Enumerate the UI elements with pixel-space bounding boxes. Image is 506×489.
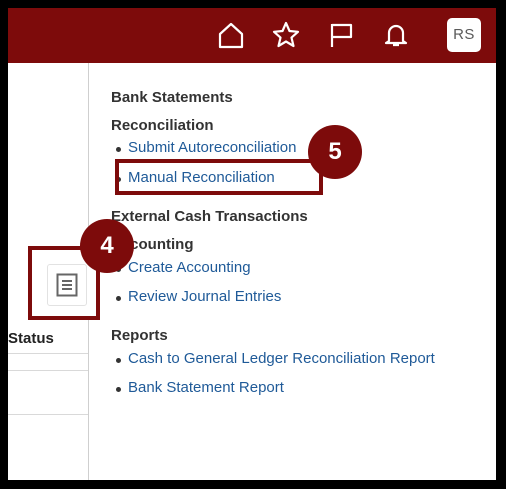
document-icon	[56, 273, 78, 297]
step-5-callout: 5	[308, 125, 362, 179]
link-bank-statement-report[interactable]: Bank Statement Report	[116, 379, 284, 396]
link-review-journal-entries[interactable]: Review Journal Entries	[115, 288, 281, 305]
flag-icon[interactable]	[326, 20, 356, 50]
top-navigation-bar: RS	[8, 8, 496, 63]
step-4-callout: 4	[80, 219, 134, 273]
user-avatar[interactable]: RS	[447, 18, 481, 52]
link-cash-to-gl-reconciliation-report[interactable]: Cash to General Ledger Reconciliation Re…	[116, 350, 435, 367]
section-external-cash-transactions: External Cash Transactions	[111, 208, 308, 225]
highlight-box-step-5	[115, 159, 323, 195]
link-submit-autoreconciliation[interactable]: Submit Autoreconciliation	[115, 139, 296, 156]
status-column-header: Status	[8, 330, 54, 347]
star-icon[interactable]	[271, 20, 301, 50]
home-icon[interactable]	[216, 20, 246, 50]
row-divider	[8, 370, 88, 371]
app-window: RS Status Bank Statements Reconciliation…	[8, 8, 496, 480]
row-divider	[8, 353, 88, 354]
section-bank-statements: Bank Statements	[111, 89, 233, 106]
section-reports: Reports	[111, 327, 168, 344]
link-create-accounting[interactable]: Create Accounting	[116, 259, 251, 276]
tasks-panel-button[interactable]	[47, 264, 87, 306]
bell-icon[interactable]	[381, 20, 411, 50]
section-reconciliation: Reconciliation	[111, 117, 214, 134]
row-divider	[8, 414, 88, 415]
